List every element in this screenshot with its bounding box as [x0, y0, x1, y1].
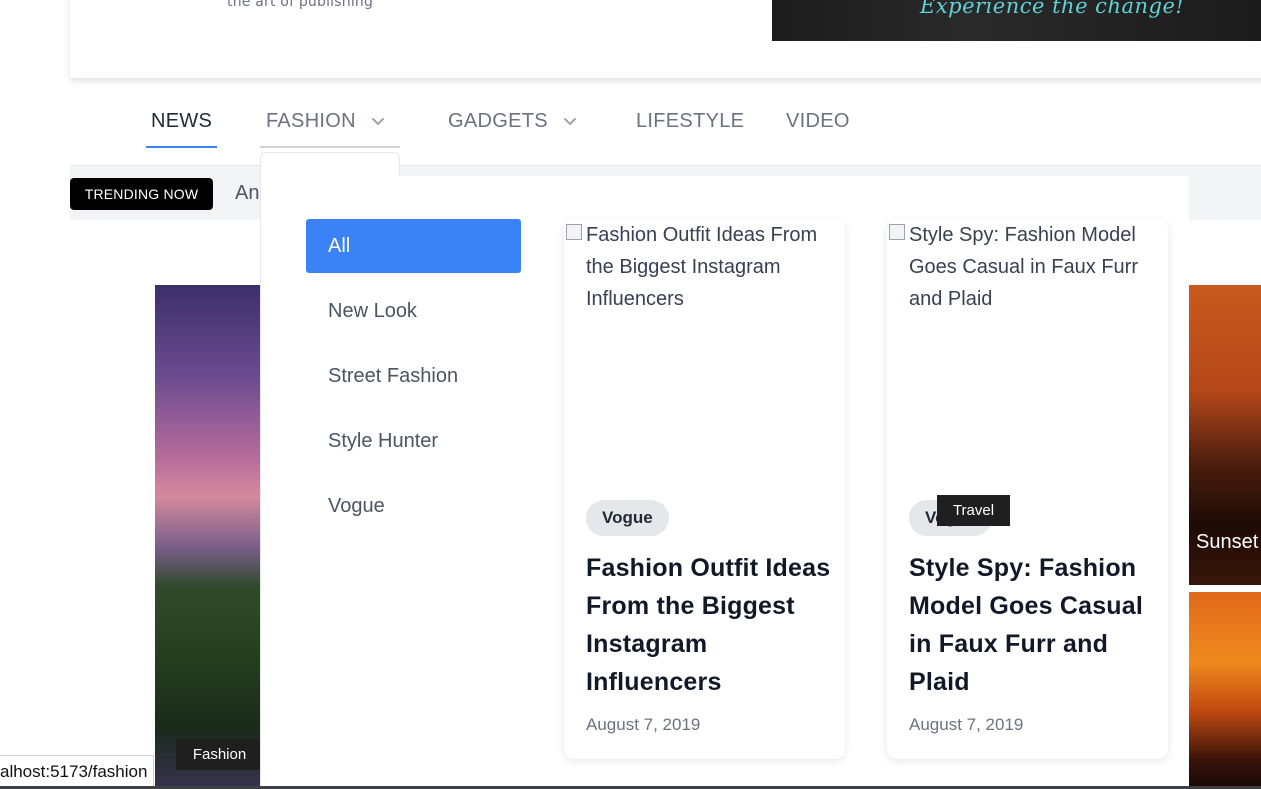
hero-image-right-top[interactable]: Sunset [1189, 285, 1261, 585]
post-card[interactable]: Fashion Outfit Ideas From the Biggest In… [564, 219, 845, 759]
category-item-vogue[interactable]: Vogue [306, 479, 521, 533]
nav-item-fashion[interactable]: FASHION [266, 96, 386, 146]
nav-item-news[interactable]: NEWS [151, 96, 212, 146]
category-item-new-look[interactable]: New Look [306, 284, 521, 338]
chevron-down-icon [370, 113, 386, 129]
ad-banner-text: Experience the change! [920, 0, 1185, 18]
category-item-street-fashion[interactable]: Street Fashion [306, 349, 521, 403]
post-image-alt[interactable]: Style Spy: Fashion Model Goes Casual in … [887, 219, 1168, 315]
trending-headline[interactable]: An [235, 182, 259, 205]
nav-item-label: FASHION [266, 109, 356, 132]
post-title[interactable]: Fashion Outfit Ideas From the Biggest In… [586, 549, 831, 701]
nav-item-label: LIFESTYLE [636, 109, 745, 132]
category-list: All New Look Street Fashion Style Hunter… [306, 219, 521, 544]
main-nav: NEWS FASHION GADGETS LIFESTYLE VIDEO [70, 96, 1261, 148]
hero-title[interactable]: Sunset [1196, 531, 1258, 554]
hero-image-left[interactable] [155, 285, 265, 789]
site-tagline: the art of publishing [227, 0, 374, 10]
hero-image-right-bottom[interactable] [1189, 592, 1261, 789]
nav-active-underline [146, 146, 217, 148]
fashion-mega-menu: All New Look Street Fashion Style Hunter… [260, 176, 1189, 789]
nav-item-gadgets[interactable]: GADGETS [448, 96, 578, 146]
nav-item-label: NEWS [151, 109, 213, 132]
post-date: August 7, 2019 [586, 715, 701, 734]
post-card[interactable]: Style Spy: Fashion Model Goes Casual in … [887, 219, 1168, 759]
nav-item-video[interactable]: VIDEO [786, 96, 850, 146]
ad-banner[interactable]: Experience the change! [772, 0, 1261, 41]
post-category-pill[interactable]: Vogue [586, 500, 669, 536]
nav-item-lifestyle[interactable]: LIFESTYLE [636, 96, 744, 146]
chevron-down-icon [562, 113, 578, 129]
trending-badge: TRENDING NOW [70, 178, 213, 210]
nav-hover-underline [260, 146, 400, 148]
post-title[interactable]: Style Spy: Fashion Model Goes Casual in … [909, 549, 1154, 701]
category-item-all[interactable]: All [306, 219, 521, 273]
nav-item-label: VIDEO [786, 109, 850, 132]
nav-item-label: GADGETS [448, 109, 548, 132]
category-item-style-hunter[interactable]: Style Hunter [306, 414, 521, 468]
post-image-alt[interactable]: Fashion Outfit Ideas From the Biggest In… [564, 219, 845, 315]
status-bar-url: alhost:5173/fashion [0, 755, 155, 789]
post-date: August 7, 2019 [909, 715, 1024, 734]
category-tag-travel[interactable]: Travel [937, 495, 1010, 526]
category-tag-fashion[interactable]: Fashion [176, 739, 263, 770]
